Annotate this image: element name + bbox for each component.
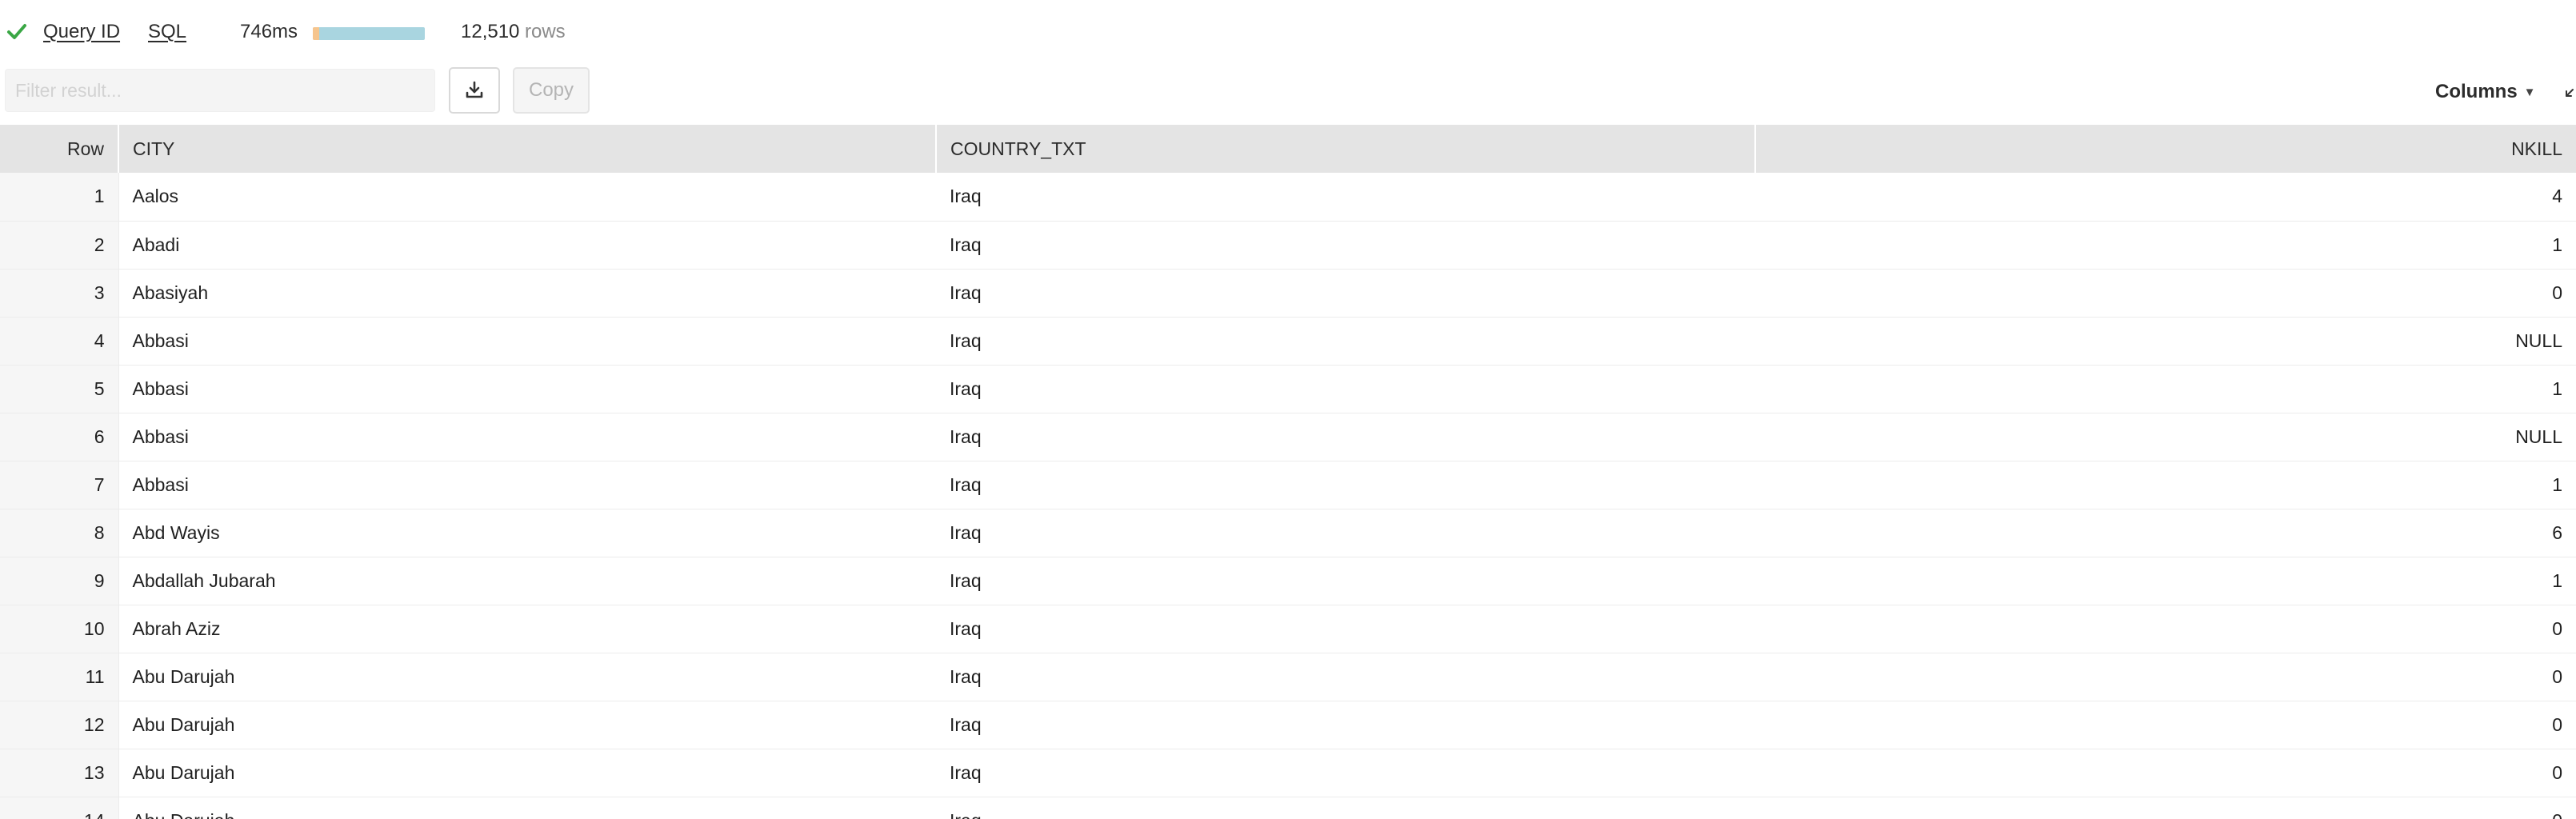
- timing-bar: [313, 27, 425, 40]
- city-cell[interactable]: Abbasi: [118, 317, 936, 366]
- table-row: 4 Abbasi Iraq NULL: [0, 317, 2576, 366]
- nkill-cell[interactable]: 0: [1755, 653, 2576, 701]
- nkill-cell[interactable]: 0: [1755, 605, 2576, 653]
- results-table: Row CITY COUNTRY_TXT NKILL 1 Aalos Iraq …: [0, 125, 2576, 819]
- table-header-row: Row CITY COUNTRY_TXT NKILL: [0, 125, 2576, 173]
- download-button[interactable]: [449, 67, 500, 114]
- city-cell[interactable]: Abd Wayis: [118, 509, 936, 557]
- row-number-cell: 11: [0, 653, 119, 701]
- table-row: 7 Abbasi Iraq 1: [0, 461, 2576, 509]
- row-number-cell: 9: [0, 557, 119, 605]
- row-count-unit: rows: [525, 21, 566, 42]
- row-number-cell: 1: [0, 173, 119, 222]
- country-cell[interactable]: Iraq: [936, 269, 1755, 318]
- table-row: 6 Abbasi Iraq NULL: [0, 413, 2576, 461]
- query-results-page: Query ID SQL 746ms 12,510 rows Copy Colu…: [0, 0, 2576, 819]
- nkill-cell[interactable]: 0: [1755, 797, 2576, 819]
- nkill-cell[interactable]: 1: [1755, 461, 2576, 509]
- country-cell[interactable]: Iraq: [936, 365, 1755, 413]
- country-cell[interactable]: Iraq: [936, 605, 1755, 653]
- row-number-cell: 8: [0, 509, 119, 557]
- filter-result-input[interactable]: [5, 69, 435, 112]
- row-number-cell: 6: [0, 413, 119, 461]
- nkill-cell[interactable]: 0: [1755, 269, 2576, 318]
- table-row: 9 Abdallah Jubarah Iraq 1: [0, 557, 2576, 605]
- sql-link[interactable]: SQL: [148, 19, 186, 45]
- country-cell[interactable]: Iraq: [936, 557, 1755, 605]
- table-row: 5 Abbasi Iraq 1: [0, 365, 2576, 413]
- city-cell[interactable]: Abadi: [118, 221, 936, 270]
- city-cell[interactable]: Aalos: [118, 173, 936, 222]
- timing-bar-queued-segment: [313, 27, 320, 40]
- row-number-cell: 2: [0, 221, 119, 270]
- city-cell[interactable]: Abbasi: [118, 365, 936, 413]
- table-row: 14 Abu Darujah Iraq 0: [0, 797, 2576, 819]
- nkill-cell[interactable]: NULL: [1755, 413, 2576, 461]
- nkill-cell[interactable]: 0: [1755, 701, 2576, 749]
- city-cell[interactable]: Abrah Aziz: [118, 605, 936, 653]
- country-cell[interactable]: Iraq: [936, 749, 1755, 797]
- country-cell[interactable]: Iraq: [936, 461, 1755, 509]
- row-number-cell: 4: [0, 317, 119, 366]
- table-row: 8 Abd Wayis Iraq 6: [0, 509, 2576, 557]
- download-icon: [466, 81, 483, 98]
- query-id-link[interactable]: Query ID: [43, 19, 120, 45]
- table-row: 10 Abrah Aziz Iraq 0: [0, 605, 2576, 653]
- country-cell[interactable]: Iraq: [936, 797, 1755, 819]
- header-country-txt[interactable]: COUNTRY_TXT: [936, 125, 1756, 173]
- country-cell[interactable]: Iraq: [936, 413, 1755, 461]
- nkill-cell[interactable]: 4: [1755, 173, 2576, 222]
- city-cell[interactable]: Abbasi: [118, 461, 936, 509]
- city-cell[interactable]: Abu Darujah: [118, 653, 936, 701]
- caret-down-icon: ▼: [2523, 85, 2536, 99]
- city-cell[interactable]: Abbasi: [118, 413, 936, 461]
- table-row: 3 Abasiyah Iraq 0: [0, 269, 2576, 318]
- copy-button[interactable]: Copy: [513, 67, 590, 114]
- country-cell[interactable]: Iraq: [936, 653, 1755, 701]
- row-count: 12,510: [461, 21, 520, 42]
- table-row: 12 Abu Darujah Iraq 0: [0, 701, 2576, 749]
- table-row: 11 Abu Darujah Iraq 0: [0, 653, 2576, 701]
- row-number-cell: 5: [0, 365, 119, 413]
- country-cell[interactable]: Iraq: [936, 317, 1755, 366]
- table-row: 13 Abu Darujah Iraq 0: [0, 749, 2576, 797]
- row-number-cell: 12: [0, 701, 119, 749]
- city-cell[interactable]: Abasiyah: [118, 269, 936, 318]
- header-row-number[interactable]: Row: [0, 125, 119, 173]
- header-city[interactable]: CITY: [118, 125, 937, 173]
- nkill-cell[interactable]: 1: [1755, 365, 2576, 413]
- nkill-cell[interactable]: 6: [1755, 509, 2576, 557]
- row-number-cell: 3: [0, 269, 119, 318]
- country-cell[interactable]: Iraq: [936, 221, 1755, 270]
- columns-label: Columns: [2435, 81, 2518, 102]
- city-cell[interactable]: Abu Darujah: [118, 749, 936, 797]
- country-cell[interactable]: Iraq: [936, 509, 1755, 557]
- query-status-bar: Query ID SQL 746ms 12,510 rows: [0, 0, 2576, 64]
- check-icon: [7, 24, 26, 39]
- country-cell[interactable]: Iraq: [936, 701, 1755, 749]
- row-number-cell: 14: [0, 797, 119, 819]
- country-cell[interactable]: Iraq: [936, 173, 1755, 222]
- row-number-cell: 7: [0, 461, 119, 509]
- nkill-cell[interactable]: 0: [1755, 749, 2576, 797]
- city-cell[interactable]: Abdallah Jubarah: [118, 557, 936, 605]
- row-number-cell: 10: [0, 605, 119, 653]
- query-duration: 746ms: [240, 21, 298, 42]
- table-row: 2 Abadi Iraq 1: [0, 221, 2576, 270]
- header-nkill[interactable]: NKILL: [1755, 125, 2576, 173]
- nkill-cell[interactable]: NULL: [1755, 317, 2576, 366]
- row-number-cell: 13: [0, 749, 119, 797]
- collapse-arrows-icon[interactable]: [2563, 83, 2576, 99]
- nkill-cell[interactable]: 1: [1755, 557, 2576, 605]
- city-cell[interactable]: Abu Darujah: [118, 797, 936, 819]
- columns-menu-button[interactable]: Columns ▼: [2435, 78, 2536, 106]
- nkill-cell[interactable]: 1: [1755, 221, 2576, 270]
- table-row: 1 Aalos Iraq 4: [0, 173, 2576, 222]
- city-cell[interactable]: Abu Darujah: [118, 701, 936, 749]
